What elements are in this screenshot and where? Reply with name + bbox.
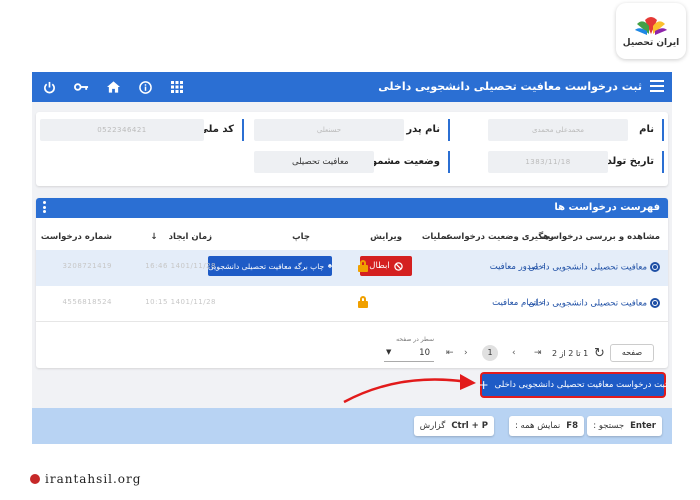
name-value: محمدعلی محمدی [488, 119, 628, 141]
table-row: معافیت تحصیلی دانشجویی داخلی ⌕ اتمام معا… [36, 286, 668, 322]
new-request-label: ثبت درخواست معافیت تحصیلی دانشجویی داخلی [494, 380, 668, 390]
logo-text: ایران تحصیل [622, 38, 680, 48]
search-shortcut-label: جستجو : [593, 421, 625, 431]
show-all-shortcut-key: F8 [566, 421, 578, 431]
more-options-icon[interactable] [42, 201, 46, 215]
father-name-field: نام پدر حسنعلی [250, 118, 454, 142]
site-logo-icon [30, 474, 40, 484]
created-time: 1401/11/28 10:15 [145, 298, 216, 306]
col-created-label: زمان ایجاد [168, 232, 212, 242]
prev-page-icon[interactable]: ‹ [464, 348, 468, 358]
report-shortcut-key: Ctrl + P [451, 421, 488, 431]
ban-icon [394, 261, 403, 271]
eye-icon [650, 262, 660, 272]
page-count: 1 تا 2 از 2 [552, 349, 589, 358]
new-request-button[interactable]: ثبت درخواست معافیت تحصیلی دانشجویی داخلی… [479, 374, 667, 396]
grid-icon[interactable] [168, 78, 186, 96]
col-view: مشاهده و بررسی درخواست [541, 232, 660, 242]
sort-arrow-icon[interactable]: ↓ [151, 232, 158, 242]
search-shortcut[interactable]: Enter جستجو : [587, 416, 662, 436]
track-status-link[interactable]: ⌕ اتمام معافیت [492, 298, 546, 308]
national-code-field: کد ملی 0522346421 [36, 118, 250, 142]
track-status-link[interactable]: ⌕ صدور معافیت [490, 262, 546, 272]
view-request-label: معافیت تحصیلی دانشجویی داخلی [528, 298, 647, 309]
birth-date-value: 1383/11/18 [488, 151, 608, 173]
current-page[interactable]: 1 [482, 345, 498, 361]
next-page-icon[interactable]: › [512, 348, 516, 358]
col-track: رهگیری وضعیت درخواست [444, 232, 554, 242]
rows-per-page-value: 10 [419, 348, 430, 358]
report-shortcut-label: گزارش [419, 421, 446, 431]
page-title: ثبت درخواست معافیت تحصیلی دانشجویی داخلی [378, 80, 642, 93]
status-value: معافیت تحصیلی [254, 151, 374, 173]
birth-date-label: تاریخ تولد [607, 151, 664, 173]
birth-date-field: تاریخ تولد 1383/11/18 [464, 150, 668, 174]
view-request-label: معافیت تحصیلی دانشجویی داخلی [528, 262, 647, 273]
search-shortcut-key: Enter [630, 421, 656, 431]
request-number: 4556818524 [62, 298, 112, 306]
status-label: وضعیت مشمول [362, 151, 450, 173]
student-info-card: نام محمدعلی محمدی نام پدر حسنعلی کد ملی … [36, 112, 668, 186]
leaf-logo-icon [635, 17, 667, 35]
page-label: صفحه [610, 344, 654, 362]
toolbar-icons [40, 78, 186, 96]
shortcut-bar: Enter جستجو : F8 نمایش همه : Ctrl + P گز… [32, 408, 672, 444]
print-certificate-label: چاپ برگه معافیت تحصیلی دانشجویی [208, 261, 325, 271]
lock-icon [358, 296, 368, 308]
list-header: فهرست درخواست ها [36, 198, 668, 218]
eye-icon [650, 298, 660, 308]
col-edit: ویرایش [370, 232, 402, 242]
national-code-value: 0522346421 [40, 119, 204, 141]
created-time: 1401/11/28 16:46 [145, 262, 216, 270]
track-status-label: اتمام معافیت [492, 298, 539, 308]
key-icon[interactable] [72, 78, 90, 96]
father-name-label: نام پدر [406, 119, 450, 141]
print-certificate-button[interactable]: چاپ برگه معافیت تحصیلی دانشجویی [208, 256, 332, 276]
view-request-link[interactable]: معافیت تحصیلی دانشجویی داخلی [528, 298, 660, 309]
chevron-down-icon: ▼ [386, 348, 392, 356]
col-operations: عملیات [421, 232, 452, 242]
view-request-link[interactable]: معافیت تحصیلی دانشجویی داخلی [528, 262, 660, 273]
status-field: وضعیت مشمول معافیت تحصیلی [250, 150, 454, 174]
power-icon[interactable] [40, 78, 58, 96]
requests-list-card: فهرست درخواست ها مشاهده و بررسی درخواست … [36, 198, 668, 368]
search-icon: ⌕ [541, 298, 546, 308]
cancel-label: ابطال [369, 261, 390, 271]
rows-per-page-select[interactable]: سطر در صفحه 10 ▼ [384, 336, 434, 362]
show-all-shortcut[interactable]: F8 نمایش همه : [508, 416, 584, 436]
home-icon[interactable] [104, 78, 122, 96]
search-icon: ⌕ [541, 262, 546, 272]
col-print: چاپ [292, 232, 310, 242]
show-all-shortcut-label: نمایش همه : [514, 421, 561, 431]
request-number: 3208721419 [62, 262, 112, 270]
menu-icon[interactable] [650, 80, 664, 92]
father-name-value: حسنعلی [254, 119, 404, 141]
name-label: نام [639, 119, 664, 141]
printer-icon [328, 264, 332, 268]
lock-icon [358, 260, 368, 272]
table-row: معافیت تحصیلی دانشجویی داخلی ⌕ صدور معاف… [36, 250, 668, 286]
site-url: irantahsil.org [45, 472, 142, 486]
annotation-arrow-icon [343, 374, 476, 404]
col-number: شماره درخواست [40, 232, 112, 242]
national-code-label: کد ملی [199, 119, 244, 141]
first-page-icon[interactable]: ⇥ [534, 348, 542, 358]
name-field: نام محمدعلی محمدی [464, 118, 668, 142]
list-title: فهرست درخواست ها [554, 202, 660, 213]
rows-per-page-caption: سطر در صفحه [396, 336, 434, 343]
last-page-icon[interactable]: ⇤ [446, 348, 454, 358]
info-icon[interactable] [136, 78, 154, 96]
refresh-icon[interactable]: ↻ [594, 346, 605, 361]
top-bar: ثبت درخواست معافیت تحصیلی دانشجویی داخلی [32, 72, 672, 102]
report-shortcut[interactable]: Ctrl + P گزارش [413, 416, 494, 436]
col-created[interactable]: زمان ایجاد ↓ [151, 232, 212, 242]
site-watermark: irantahsil.org [30, 472, 141, 486]
brand-logo: ایران تحصیل [616, 3, 686, 59]
track-status-label: صدور معافیت [489, 262, 539, 272]
